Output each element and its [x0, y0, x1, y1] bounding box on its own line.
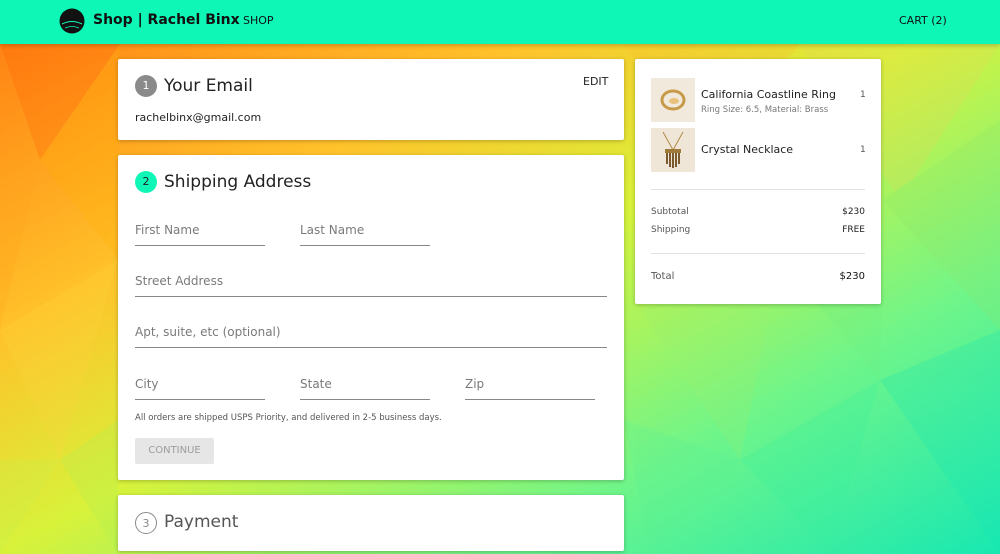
cart-item-name[interactable]: California Coastline Ring: [701, 88, 836, 101]
shipping-card: 2 Shipping Address All orders are shippe…: [118, 155, 624, 480]
step-2-badge: 2: [135, 171, 157, 193]
necklace-thumbnail: [651, 128, 695, 172]
first-name-field: [135, 219, 265, 246]
payment-card: 3 Payment: [118, 495, 624, 551]
city-input[interactable]: [135, 374, 265, 394]
divider: [651, 253, 865, 254]
nav-cart-link[interactable]: CART (2): [899, 14, 947, 27]
total-value: $230: [839, 271, 865, 282]
nav-shop-link[interactable]: SHOP: [243, 14, 274, 27]
cart-item-name[interactable]: Crystal Necklace: [701, 143, 793, 156]
cart-item-details: Ring Size: 6.5, Material: Brass: [701, 105, 829, 115]
subtotal-label: Subtotal: [651, 207, 689, 217]
logo-icon[interactable]: [59, 8, 85, 34]
shipping-value: FREE: [842, 225, 865, 235]
zip-input[interactable]: [465, 374, 595, 394]
shipping-label: Shipping: [651, 225, 691, 235]
state-field: [300, 373, 430, 400]
state-input[interactable]: [300, 374, 430, 394]
street-address-input[interactable]: [135, 271, 607, 291]
top-bar: Shop | Rachel Binx SHOP CART (2): [0, 0, 1000, 44]
street-address-field: [135, 270, 607, 297]
ring-thumbnail: [651, 78, 695, 122]
city-field: [135, 373, 265, 400]
divider: [651, 189, 865, 190]
shipping-note: All orders are shipped USPS Priority, an…: [135, 413, 442, 423]
shipping-section-title: Shipping Address: [164, 172, 312, 192]
total-label: Total: [651, 271, 675, 282]
apt-input[interactable]: [135, 322, 607, 342]
subtotal-value: $230: [842, 207, 865, 217]
apt-field: [135, 321, 607, 348]
zip-field: [465, 373, 595, 400]
email-section-title: Your Email: [164, 76, 253, 96]
step-3-badge: 3: [135, 512, 157, 534]
email-card: 1 Your Email EDIT rachelbinx@gmail.com: [118, 59, 624, 140]
step-1-badge: 1: [135, 75, 157, 97]
payment-section-title: Payment: [164, 512, 239, 532]
edit-email-button[interactable]: EDIT: [583, 75, 608, 88]
cart-summary-card: California Coastline Ring Ring Size: 6.5…: [635, 59, 881, 304]
cart-item-qty: 1: [860, 145, 866, 155]
last-name-input[interactable]: [300, 220, 430, 240]
cart-item-qty: 1: [860, 90, 866, 100]
email-value: rachelbinx@gmail.com: [135, 111, 262, 124]
continue-button[interactable]: CONTINUE: [135, 438, 214, 464]
brand-title[interactable]: Shop | Rachel Binx: [93, 12, 240, 28]
last-name-field: [300, 219, 430, 246]
first-name-input[interactable]: [135, 220, 265, 240]
